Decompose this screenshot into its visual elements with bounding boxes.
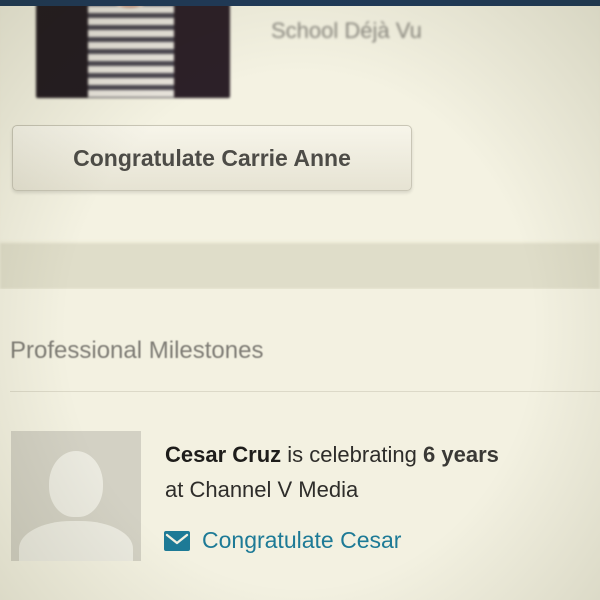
top-card: School Déjà Vu [0,0,600,240]
profile-snippet-text: School Déjà Vu [271,18,422,43]
congratulate-cesar-label: Congratulate Cesar [202,527,402,553]
top-edge-bar [0,0,600,6]
section-rule [10,391,600,392]
milestone-text-middle: is celebrating [281,442,424,467]
milestone-text: Cesar Cruz is celebrating 6 years at Cha… [165,437,595,507]
professional-milestones-section: Professional Milestones Cesar Cruz is ce… [0,289,600,600]
profile-photo[interactable] [36,0,230,98]
envelope-icon [164,530,190,551]
congratulate-cesar-link[interactable]: Congratulate Cesar [164,527,401,554]
person-name-link[interactable]: Cesar Cruz [165,442,281,467]
avatar-head-shape [49,451,103,517]
milestone-company: at Channel V Media [165,477,359,502]
section-divider [0,243,600,289]
avatar-shoulders-shape [19,521,133,561]
milestone-duration: 6 years [423,442,499,467]
congratulate-carrie-anne-button[interactable]: Congratulate Carrie Anne [12,125,412,191]
section-title: Professional Milestones [10,337,264,364]
screen: School Déjà Vu Congratulate Carrie Anne … [0,0,600,600]
avatar[interactable] [11,431,141,561]
